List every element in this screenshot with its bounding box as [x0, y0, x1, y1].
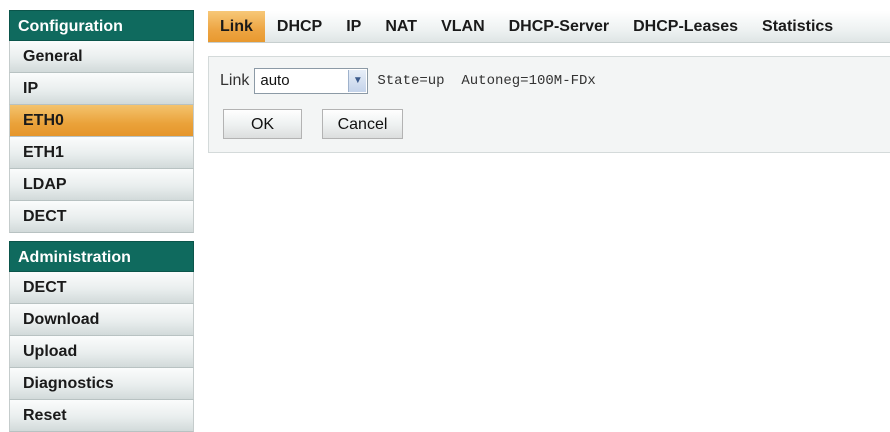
tab-vlan[interactable]: VLAN — [429, 11, 497, 42]
link-select-value: auto — [260, 72, 290, 89]
tab-ip[interactable]: IP — [334, 11, 373, 42]
sidebar-item-eth1[interactable]: ETH1 — [9, 137, 194, 169]
sidebar-item-dect[interactable]: DECT — [9, 201, 194, 233]
link-status-text: State=up Autoneg=100M-FDx — [377, 73, 596, 89]
tab-dhcp-server[interactable]: DHCP-Server — [497, 11, 621, 42]
sidebar-item-eth0[interactable]: ETH0 — [9, 105, 194, 137]
sidebar-item-download[interactable]: Download — [9, 304, 194, 336]
sidebar-item-diagnostics[interactable]: Diagnostics — [9, 368, 194, 400]
sidebar-item-upload[interactable]: Upload — [9, 336, 194, 368]
section-administration: Administration DECT Download Upload Diag… — [9, 241, 194, 432]
link-row: Link auto ▼ State=up Autoneg=100M-FDx — [220, 67, 596, 95]
link-select[interactable]: auto ▼ — [254, 68, 369, 94]
link-label: Link — [220, 72, 250, 89]
sidebar-item-ldap[interactable]: LDAP — [9, 169, 194, 201]
sidebar-item-reset[interactable]: Reset — [9, 400, 194, 432]
cancel-button[interactable]: Cancel — [322, 109, 403, 139]
tab-statistics[interactable]: Statistics — [750, 11, 845, 42]
tab-link[interactable]: Link — [208, 11, 265, 42]
sidebar-item-admin-dect[interactable]: DECT — [9, 272, 194, 304]
section-header-administration: Administration — [9, 241, 194, 272]
tab-dhcp[interactable]: DHCP — [265, 11, 334, 42]
sidebar: Configuration General IP ETH0 ETH1 LDAP … — [9, 10, 194, 432]
tab-bar: Link DHCP IP NAT VLAN DHCP-Server DHCP-Leases S… — [208, 11, 890, 43]
sidebar-item-ip[interactable]: IP — [9, 73, 194, 105]
tab-dhcp-leases[interactable]: DHCP-Leases — [621, 11, 750, 42]
link-settings-panel: Link auto ▼ State=up Autoneg=100M-FDx OK… — [208, 56, 890, 153]
chevron-down-icon[interactable]: ▼ — [348, 70, 367, 92]
section-header-configuration: Configuration — [9, 10, 194, 41]
ok-button[interactable]: OK — [223, 109, 302, 139]
sidebar-item-general[interactable]: General — [9, 41, 194, 73]
tab-nat[interactable]: NAT — [373, 11, 429, 42]
form-buttons: OK Cancel — [223, 109, 403, 139]
section-configuration: Configuration General IP ETH0 ETH1 LDAP … — [9, 10, 194, 233]
